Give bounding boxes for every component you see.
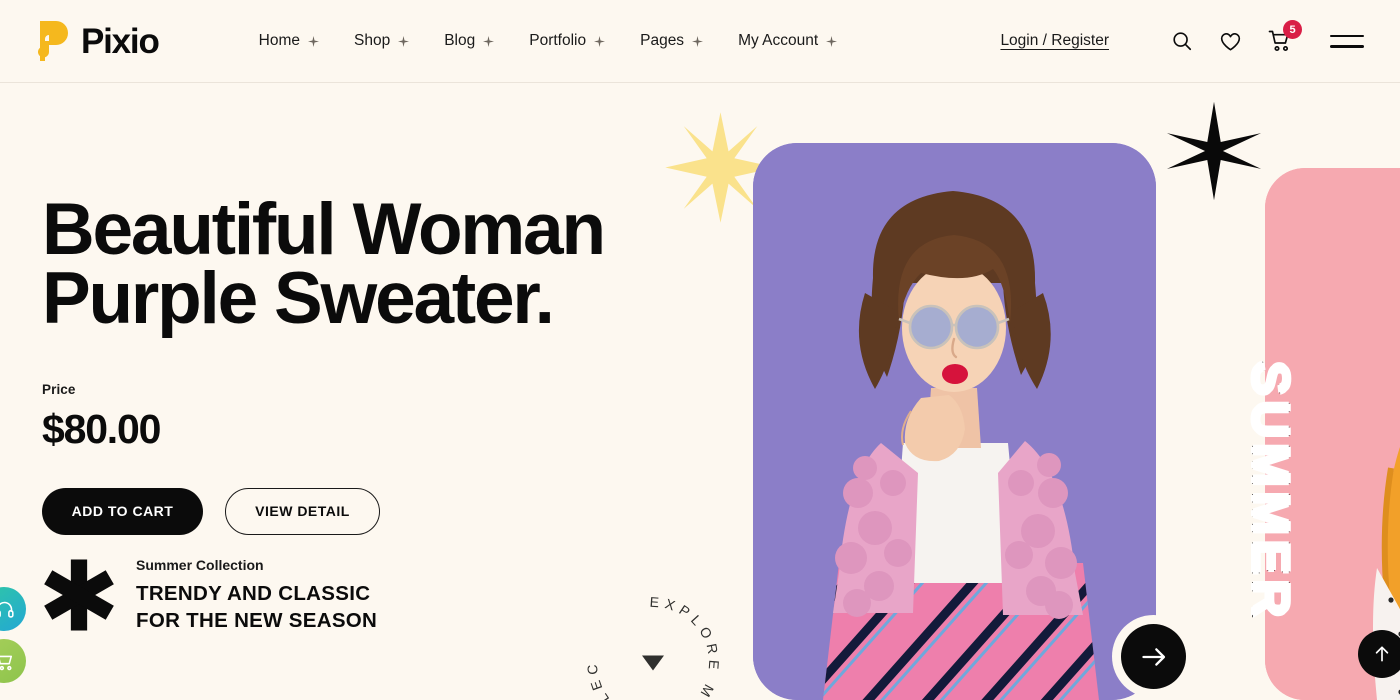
login-register-link[interactable]: Login / Register	[1000, 32, 1109, 50]
sparkle-star-icon	[1166, 101, 1262, 201]
nav-item-home[interactable]: Home	[259, 32, 319, 50]
hero-content: Beautiful Woman Purple Sweater. Price $8…	[42, 189, 702, 634]
cart-button[interactable]: 5	[1268, 20, 1302, 53]
triangle-down-icon	[642, 655, 664, 671]
hero-buttons: ADD TO CART VIEW DETAIL	[42, 487, 702, 535]
floating-side-widgets	[0, 587, 26, 691]
headline-line-1: Beautiful Woman	[42, 189, 606, 270]
nav-label: Home	[258, 32, 300, 49]
headline-line-2: Purple Sweater.	[42, 258, 555, 340]
price-label: Price	[42, 381, 76, 397]
hero-section: Beautiful Woman Purple Sweater. Price $8…	[0, 83, 1400, 700]
collection-line-1: TRENDY AND CLASSIC	[136, 581, 371, 605]
asterisk-icon	[44, 559, 114, 631]
pixio-p-logo-icon	[38, 21, 68, 61]
site-header: Pixio Home Shop Blog Portfolio Pages My …	[0, 0, 1400, 83]
nav-label: Pages	[640, 32, 685, 49]
explore-more-badge[interactable]: EXPLORE MORE COLLECTION	[578, 588, 728, 700]
sparkle-icon	[308, 35, 319, 47]
nav-label: Blog	[444, 32, 476, 49]
sparkle-icon	[594, 35, 606, 47]
quick-cart-button[interactable]	[0, 639, 26, 683]
menu-button[interactable]	[1330, 34, 1364, 48]
product-image-woman-purple	[753, 143, 1156, 700]
explore-circle-text: EXPLORE MORE COLLECTION	[578, 588, 722, 700]
nav-label: Shop	[354, 32, 391, 49]
headset-icon	[0, 601, 14, 618]
hamburger-line	[1330, 45, 1364, 48]
logo[interactable]: Pixio	[38, 19, 160, 63]
nav-item-pages[interactable]: Pages	[640, 32, 704, 50]
cart-count-badge: 5	[1283, 20, 1302, 39]
summer-vertical-text: SUMMER	[1240, 360, 1300, 623]
sparkle-icon	[826, 35, 838, 47]
view-detail-button[interactable]: VIEW DETAIL	[225, 487, 380, 535]
search-icon	[1173, 32, 1192, 51]
nav-item-shop[interactable]: Shop	[354, 32, 410, 50]
arrow-up-icon	[1375, 646, 1389, 662]
nav-item-my-account[interactable]: My Account	[738, 32, 838, 50]
nav-label: Portfolio	[529, 32, 587, 49]
nav-item-portfolio[interactable]: Portfolio	[529, 32, 606, 50]
search-button[interactable]	[1171, 30, 1193, 52]
hero-headline: Beautiful Woman Purple Sweater.	[42, 189, 702, 340]
hero-slide-main[interactable]	[753, 143, 1156, 700]
collection-title: TRENDY AND CLASSIC FOR THE NEW SEASON	[136, 580, 377, 634]
sparkle-icon	[483, 35, 495, 47]
svg-text:EXPLORE MORE COLLECTION: EXPLORE MORE COLLECTION	[578, 588, 722, 700]
cart-icon	[0, 655, 12, 670]
next-slide-button[interactable]	[1121, 624, 1186, 689]
logo-text: Pixio	[81, 21, 160, 61]
arrow-right-icon	[1141, 647, 1165, 666]
nav-item-blog[interactable]: Blog	[444, 32, 495, 50]
price-value: $80.00	[42, 405, 161, 452]
scroll-to-top-button[interactable]	[1358, 630, 1400, 678]
main-navigation: Home Shop Blog Portfolio Pages My Accoun…	[259, 32, 838, 50]
nav-label: My Account	[738, 32, 819, 49]
sparkle-icon	[398, 35, 410, 47]
wishlist-button[interactable]	[1219, 30, 1242, 53]
collection-line-2: FOR THE NEW SEASON	[136, 608, 378, 632]
hamburger-line	[1330, 34, 1364, 37]
add-to-cart-button[interactable]: ADD TO CART	[42, 487, 203, 535]
heart-icon	[1220, 32, 1241, 50]
header-actions: Login / Register 5	[1000, 20, 1364, 53]
sparkle-icon	[692, 35, 704, 47]
collection-text: Summer Collection TRENDY AND CLASSIC FOR…	[136, 557, 377, 634]
collection-subtitle: Summer Collection	[136, 556, 264, 573]
support-button[interactable]	[0, 587, 26, 631]
